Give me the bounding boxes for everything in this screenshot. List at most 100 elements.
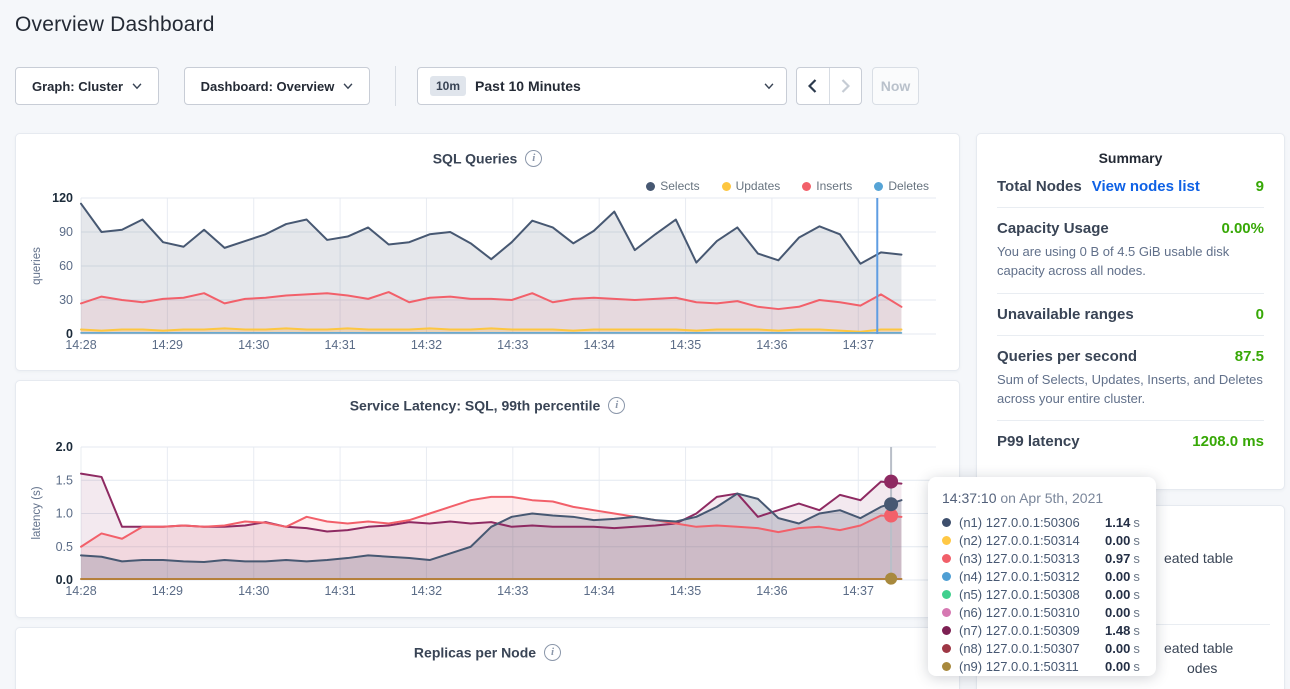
node-dot-icon — [942, 608, 951, 617]
tooltip-node-value: 0.00 — [1105, 569, 1130, 584]
tooltip-row: (n7) 127.0.0.1:503091.48s — [942, 621, 1142, 639]
svg-text:14:35: 14:35 — [670, 338, 701, 352]
svg-text:14:34: 14:34 — [584, 338, 615, 352]
info-icon[interactable]: i — [544, 644, 561, 661]
tooltip-row: (n2) 127.0.0.1:503140.00s — [942, 531, 1142, 549]
graph-dropdown[interactable]: Graph: Cluster — [15, 67, 159, 105]
summary-title: Summary — [997, 150, 1264, 166]
svg-text:0.0: 0.0 — [56, 573, 73, 587]
node-dot-icon — [942, 626, 951, 635]
tooltip-row: (n1) 127.0.0.1:503061.14s — [942, 513, 1142, 531]
svg-text:queries: queries — [31, 247, 43, 285]
event-text-fragment: eated table — [1164, 640, 1233, 656]
tooltip-node-value: 1.14 — [1105, 515, 1130, 530]
summary-label: Queries per second — [997, 348, 1137, 365]
svg-text:14:33: 14:33 — [497, 338, 528, 352]
service-latency-chart-card: Service Latency: SQL, 99th percentilei 1… — [15, 380, 960, 618]
node-dot-icon — [942, 518, 951, 527]
tooltip-node-unit: s — [1133, 605, 1140, 620]
summary-value: 0 — [1256, 306, 1264, 323]
svg-text:14:29: 14:29 — [152, 338, 183, 352]
svg-text:120: 120 — [52, 191, 73, 205]
svg-text:2.0: 2.0 — [56, 440, 73, 454]
now-button[interactable]: Now — [872, 67, 919, 105]
svg-text:14:36: 14:36 — [756, 584, 787, 598]
node-dot-icon — [942, 662, 951, 671]
svg-text:14:36: 14:36 — [756, 338, 787, 352]
now-button-label: Now — [881, 78, 911, 94]
svg-text:14:30: 14:30 — [238, 338, 269, 352]
chevron-down-icon — [132, 83, 142, 90]
summary-label: Total Nodes — [997, 178, 1082, 195]
tooltip-node-label: (n6) 127.0.0.1:50310 — [959, 605, 1105, 620]
summary-description: You are using 0 B of 4.5 GiB usable disk… — [997, 243, 1264, 281]
node-dot-icon — [942, 536, 951, 545]
tooltip-node-label: (n4) 127.0.0.1:50312 — [959, 569, 1105, 584]
svg-text:14:29: 14:29 — [152, 584, 183, 598]
chevron-down-icon — [764, 83, 774, 90]
summary-value: 1208.0 ms — [1192, 433, 1264, 450]
time-range-dropdown[interactable]: 10m Past 10 Minutes — [417, 67, 787, 105]
node-dot-icon — [942, 572, 951, 581]
tooltip-node-value: 0.00 — [1105, 641, 1130, 656]
dashboard-dropdown[interactable]: Dashboard: Overview — [184, 67, 370, 105]
tooltip-node-value: 0.00 — [1105, 605, 1130, 620]
svg-text:14:32: 14:32 — [411, 584, 442, 598]
summary-value: 0.00% — [1221, 220, 1264, 237]
time-step-buttons — [796, 67, 862, 105]
service-latency-chart[interactable]: 14:2814:2914:3014:3114:3214:3314:3414:35… — [16, 381, 961, 619]
summary-label: P99 latency — [997, 433, 1080, 450]
tooltip-node-label: (n8) 127.0.0.1:50307 — [959, 641, 1105, 656]
tooltip-row: (n9) 127.0.0.1:503110.00s — [942, 657, 1142, 675]
tooltip-node-unit: s — [1133, 551, 1140, 566]
prev-time-button[interactable] — [797, 68, 829, 104]
chart-title-row: Replicas per Node i — [16, 628, 959, 661]
svg-text:60: 60 — [59, 259, 73, 273]
event-text-fragment: eated table — [1164, 550, 1233, 566]
summary-label: Unavailable ranges — [997, 306, 1134, 323]
svg-text:90: 90 — [59, 225, 73, 239]
tooltip-node-label: (n7) 127.0.0.1:50309 — [959, 623, 1105, 638]
tooltip-row: (n4) 127.0.0.1:503120.00s — [942, 567, 1142, 585]
summary-item-unavailable-ranges: Unavailable ranges 0 — [997, 294, 1264, 336]
node-dot-icon — [942, 644, 951, 653]
replicas-chart-card: Replicas per Node i — [15, 627, 960, 689]
tooltip-timestamp: 14:37:10 on Apr 5th, 2021 — [942, 490, 1142, 506]
tooltip-node-unit: s — [1133, 659, 1140, 674]
svg-text:14:34: 14:34 — [584, 584, 615, 598]
chart-title: Replicas per Node — [414, 644, 536, 660]
svg-text:14:30: 14:30 — [238, 584, 269, 598]
tooltip-node-label: (n3) 127.0.0.1:50313 — [959, 551, 1105, 566]
svg-text:14:31: 14:31 — [324, 338, 355, 352]
tooltip-row: (n5) 127.0.0.1:503080.00s — [942, 585, 1142, 603]
summary-description: Sum of Selects, Updates, Inserts, and De… — [997, 371, 1264, 409]
summary-label: Capacity Usage — [997, 220, 1109, 237]
tooltip-row: (n3) 127.0.0.1:503130.97s — [942, 549, 1142, 567]
tooltip-node-unit: s — [1133, 515, 1140, 530]
time-range-label: Past 10 Minutes — [475, 78, 581, 94]
tooltip-node-value: 0.00 — [1105, 587, 1130, 602]
summary-item-total-nodes: Total Nodes View nodes list 9 — [997, 166, 1264, 208]
tooltip-node-label: (n5) 127.0.0.1:50308 — [959, 587, 1105, 602]
tooltip-node-value: 0.00 — [1105, 659, 1130, 674]
next-time-button[interactable] — [829, 68, 862, 104]
tooltip-row: (n6) 127.0.0.1:503100.00s — [942, 603, 1142, 621]
svg-text:14:33: 14:33 — [497, 584, 528, 598]
summary-panel: Summary Total Nodes View nodes list 9 Ca… — [976, 133, 1285, 490]
tooltip-node-unit: s — [1133, 569, 1140, 584]
svg-text:0.5: 0.5 — [56, 540, 73, 554]
svg-text:14:32: 14:32 — [411, 338, 442, 352]
summary-value: 9 — [1256, 178, 1264, 195]
sql-queries-chart-card: SQL Queriesi SelectsUpdatesInsertsDelete… — [15, 133, 960, 371]
node-dot-icon — [942, 554, 951, 563]
tooltip-date: on Apr 5th, 2021 — [1000, 490, 1103, 506]
toolbar-divider — [395, 66, 396, 106]
tooltip-node-value: 1.48 — [1105, 623, 1130, 638]
event-text-fragment: odes — [1187, 660, 1217, 676]
tooltip-row: (n8) 127.0.0.1:503070.00s — [942, 639, 1142, 657]
view-nodes-link[interactable]: View nodes list — [1092, 178, 1200, 195]
tooltip-node-label: (n9) 127.0.0.1:50311 — [959, 659, 1105, 674]
sql-queries-chart[interactable]: 14:2814:2914:3014:3114:3214:3314:3414:35… — [16, 134, 961, 372]
svg-text:14:37: 14:37 — [843, 584, 874, 598]
chevron-right-icon — [841, 79, 850, 93]
